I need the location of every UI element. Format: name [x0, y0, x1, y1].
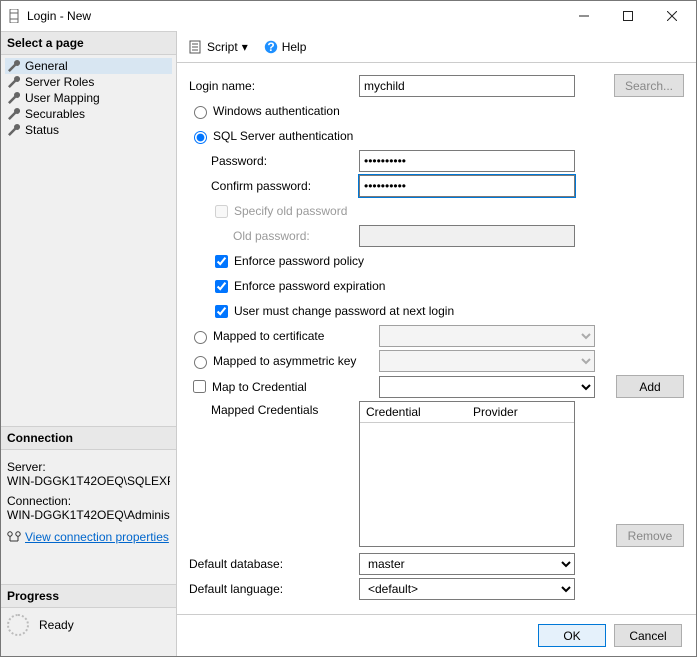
svg-text:?: ? — [267, 40, 274, 54]
windows-auth-radio[interactable] — [194, 106, 207, 119]
login-name-label: Login name: — [189, 79, 359, 93]
mapped-certificate-select — [379, 325, 595, 347]
remove-button[interactable]: Remove — [616, 524, 684, 547]
default-lang-select[interactable]: <default> — [359, 578, 575, 600]
map-credential-label: Map to Credential — [212, 380, 307, 394]
app-icon — [7, 9, 21, 23]
page-nav: General Server Roles User Mapping Secura… — [1, 55, 176, 141]
enforce-expiration-label: Enforce password expiration — [234, 279, 385, 293]
form-area: Login name: Search... Windows authentica… — [177, 63, 696, 614]
mapped-asym-radio[interactable] — [194, 356, 207, 369]
password-label: Password: — [189, 154, 359, 168]
enforce-policy-checkbox[interactable] — [215, 255, 228, 268]
wrench-icon — [7, 91, 21, 105]
sql-auth-radio[interactable] — [194, 131, 207, 144]
right-panel: Script ▾ ? Help Login name: Search... — [177, 31, 696, 656]
chevron-down-icon: ▾ — [242, 40, 248, 54]
connection-block: Server: WIN-DGGK1T42OEQ\SQLEXPRE Connect… — [1, 450, 176, 526]
enforce-policy-label: Enforce password policy — [234, 254, 364, 268]
mapped-certificate-radio[interactable] — [194, 331, 207, 344]
close-button[interactable] — [650, 2, 694, 30]
enforce-expiration-checkbox[interactable] — [215, 280, 228, 293]
wrench-icon — [7, 107, 21, 121]
mapped-asym-label: Mapped to asymmetric key — [213, 354, 356, 368]
nav-user-mapping[interactable]: User Mapping — [5, 90, 172, 106]
minimize-button[interactable] — [562, 2, 606, 30]
server-value: WIN-DGGK1T42OEQ\SQLEXPRE — [7, 474, 170, 488]
dialog-footer: OK Cancel — [177, 614, 696, 656]
map-credential-checkbox[interactable] — [193, 380, 206, 393]
nav-server-roles[interactable]: Server Roles — [5, 74, 172, 90]
map-credential-select[interactable] — [379, 376, 595, 398]
nav-label: User Mapping — [25, 91, 100, 105]
nav-label: Server Roles — [25, 75, 94, 89]
password-input[interactable] — [359, 150, 575, 172]
wrench-icon — [7, 59, 21, 73]
wrench-icon — [7, 75, 21, 89]
ok-button[interactable]: OK — [538, 624, 606, 647]
col-credential: Credential — [360, 402, 467, 422]
login-name-input[interactable] — [359, 75, 575, 97]
old-password-label: Old password: — [189, 229, 359, 243]
window-title: Login - New — [27, 9, 562, 23]
default-lang-label: Default language: — [189, 582, 359, 596]
wrench-icon — [7, 123, 21, 137]
nav-label: Status — [25, 123, 59, 137]
view-connection-properties-link[interactable]: View connection properties — [25, 530, 169, 544]
titlebar: Login - New — [1, 1, 696, 31]
nav-label: General — [25, 59, 68, 73]
default-db-label: Default database: — [189, 557, 359, 571]
must-change-label: User must change password at next login — [234, 304, 454, 318]
help-icon: ? — [264, 40, 278, 54]
nav-label: Securables — [25, 107, 85, 121]
windows-auth-label: Windows authentication — [213, 104, 340, 118]
script-button[interactable]: Script ▾ — [185, 38, 252, 56]
nav-securables[interactable]: Securables — [5, 106, 172, 122]
add-button[interactable]: Add — [616, 375, 684, 398]
old-password-input — [359, 225, 575, 247]
left-panel: Select a page General Server Roles User … — [1, 31, 177, 656]
connection-properties-icon — [7, 531, 21, 543]
maximize-button[interactable] — [606, 2, 650, 30]
progress-row: Ready — [1, 608, 176, 642]
mapped-credentials-table: Credential Provider — [359, 401, 575, 547]
confirm-password-input[interactable] — [359, 175, 575, 197]
progress-header: Progress — [1, 584, 176, 608]
server-label: Server: — [7, 460, 170, 474]
cancel-button[interactable]: Cancel — [614, 624, 682, 647]
mapped-certificate-label: Mapped to certificate — [213, 329, 324, 343]
mapped-credentials-label: Mapped Credentials — [189, 401, 359, 417]
col-provider: Provider — [467, 402, 574, 422]
nav-status[interactable]: Status — [5, 122, 172, 138]
must-change-checkbox[interactable] — [215, 305, 228, 318]
default-db-select[interactable]: master — [359, 553, 575, 575]
progress-status: Ready — [39, 618, 74, 632]
search-button[interactable]: Search... — [614, 74, 684, 97]
toolbar: Script ▾ ? Help — [177, 31, 696, 63]
connection-label: Connection: — [7, 494, 170, 508]
help-label: Help — [282, 40, 307, 54]
specify-old-password-label: Specify old password — [234, 204, 347, 218]
script-label: Script — [207, 40, 238, 54]
sql-auth-label: SQL Server authentication — [213, 129, 353, 143]
specify-old-password-checkbox — [215, 205, 228, 218]
select-page-header: Select a page — [1, 31, 176, 55]
script-icon — [189, 40, 203, 54]
mapped-asym-select — [379, 350, 595, 372]
connection-header: Connection — [1, 426, 176, 450]
nav-general[interactable]: General — [5, 58, 172, 74]
confirm-password-label: Confirm password: — [189, 179, 359, 193]
login-new-window: Login - New Select a page General Server… — [0, 0, 697, 657]
progress-spinner-icon — [7, 614, 29, 636]
connection-value: WIN-DGGK1T42OEQ\Administrato — [7, 508, 170, 522]
help-button[interactable]: ? Help — [260, 38, 311, 56]
